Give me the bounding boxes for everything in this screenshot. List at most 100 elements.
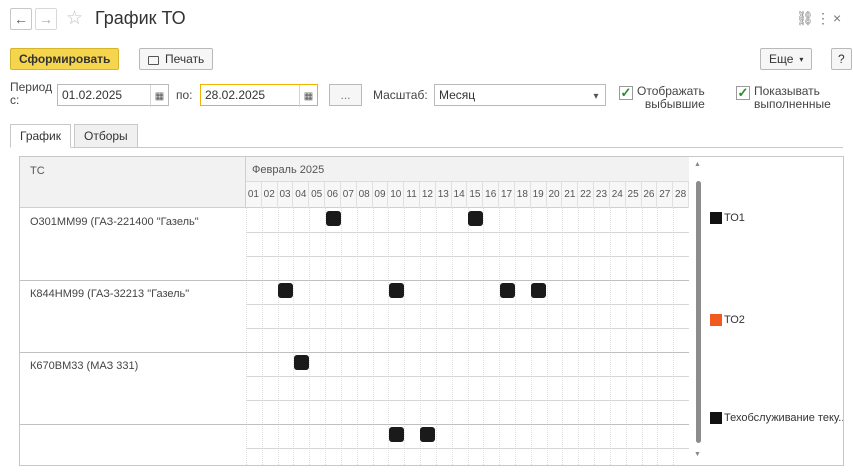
more-button[interactable]: Еще ▾ [760,48,813,70]
back-button[interactable]: ← [10,8,32,30]
day-gridline [530,208,532,465]
generate-button[interactable]: Сформировать [10,48,120,70]
day-gridline [325,208,327,465]
legend-label: ТО2 [724,314,745,326]
show-done-checkbox[interactable]: ✓ [736,86,750,100]
maintenance-event[interactable] [293,355,309,370]
date-from-field[interactable]: 01.02.2025 ▦ [57,84,169,107]
tab-schedule[interactable]: График [10,124,71,148]
more-button-label: Еще [769,52,794,66]
day-header-cell: 08 [357,182,373,208]
dropdown-arrow-icon[interactable]: ▾ [587,85,605,107]
ellipsis-label: ... [340,88,351,102]
sub-row-line [246,256,689,257]
day-header-cell: 25 [626,182,642,208]
show-done-line2: выполненные [754,97,831,111]
day-header-cell: 07 [341,182,357,208]
show-retired-checkbox[interactable]: ✓ [619,86,633,100]
forward-button[interactable]: → [35,8,57,30]
legend-swatch [710,212,722,224]
day-gridline [467,208,469,465]
day-header-cell: 03 [278,182,294,208]
day-header-cell: 16 [483,182,500,208]
row-separator [20,424,689,425]
day-gridline [609,208,611,465]
maintenance-event[interactable] [467,211,483,226]
day-header-cell: 10 [388,182,405,208]
month-header-label: Февраль 2025 [252,164,325,176]
maintenance-event[interactable] [388,283,404,298]
printer-icon [148,55,159,65]
day-header-cell: 27 [657,182,674,208]
period-select-button[interactable]: ... [329,84,362,106]
day-gridline [356,208,358,465]
help-button[interactable]: ? [831,48,852,70]
gantt-chart[interactable]: ТС Февраль 2025 01 02 03 04 05 06 07 08 09 10 11 12… [19,156,844,466]
tab-filters[interactable]: Отборы [74,124,138,148]
day-gridline [246,208,247,465]
vehicle-name: О301ММ99 (ГАЗ-221400 "Газель" [30,216,199,228]
day-gridline [641,208,643,465]
gantt-grid [246,208,689,465]
legend-swatch [710,314,722,326]
day-gridline [309,208,311,465]
arrow-right-icon: → [39,11,53,27]
calendar-icon[interactable]: ▦ [299,85,317,107]
day-header-cell: 18 [515,182,531,208]
row-separator [20,280,689,281]
vehicle-name: К844НМ99 (ГАЗ-32213 "Газель" [30,288,190,300]
period-label: Период с: [10,81,52,107]
print-button[interactable]: Печать [139,48,214,70]
maintenance-event[interactable] [388,427,404,442]
vehicle-column-header: ТС [20,157,246,208]
show-retired-label: Отображать выбывшие [637,85,705,111]
legend-item: ТО2 [710,314,745,326]
to-label: по: [176,88,193,102]
link-icon[interactable]: ⛓ [796,10,814,27]
help-button-label: ? [838,52,845,66]
day-header-cell: 19 [531,182,547,208]
calendar-icon[interactable]: ▦ [150,85,168,107]
checkmark-icon: ✓ [620,85,632,100]
vehicle-name: К670ВМ33 (МАЗ 331) [30,360,139,372]
day-gridline [578,208,580,465]
generate-button-label: Сформировать [19,52,111,66]
scale-select[interactable]: Месяц ▾ [434,84,606,106]
day-header-cell: 01 [246,182,262,208]
day-gridline [372,208,374,465]
sub-row-line [246,232,689,233]
legend-item: ТО1 [710,212,745,224]
day-gridline [594,208,596,465]
day-gridline [340,208,342,465]
favorite-star-icon[interactable]: ☆ [66,7,83,30]
more-vertical-icon[interactable]: ⋮ [816,10,830,27]
day-gridline [657,208,659,465]
day-header-cell: 14 [452,182,468,208]
scroll-down-icon[interactable]: ▼ [694,451,701,458]
tab-filters-label: Отборы [84,129,128,143]
day-header-cell: 28 [673,182,689,208]
maintenance-event[interactable] [499,283,515,298]
day-gridline [546,208,548,465]
close-icon[interactable]: × [833,10,841,26]
day-header-cell: 09 [373,182,389,208]
sub-row-line [246,400,689,401]
show-done-label: Показывать выполненные [754,85,831,111]
page-title: График ТО [95,8,186,28]
scroll-up-icon[interactable]: ▲ [694,161,701,168]
date-to-field[interactable]: 28.02.2025 ▦ [200,84,318,107]
maintenance-event[interactable] [420,427,436,442]
maintenance-event[interactable] [325,211,341,226]
day-header-cell: 13 [436,182,452,208]
maintenance-event[interactable] [278,283,294,298]
month-header: Февраль 2025 [246,157,689,182]
vertical-scrollbar[interactable] [696,181,701,443]
day-header-cell: 24 [610,182,626,208]
sub-row-line [246,376,689,377]
vehicle-column-header-label: ТС [30,165,45,177]
maintenance-event[interactable] [531,283,547,298]
date-from-value: 01.02.2025 [62,88,123,102]
day-header-cell: 02 [262,182,278,208]
day-header-cell: 20 [547,182,563,208]
day-header-cell: 22 [578,182,595,208]
